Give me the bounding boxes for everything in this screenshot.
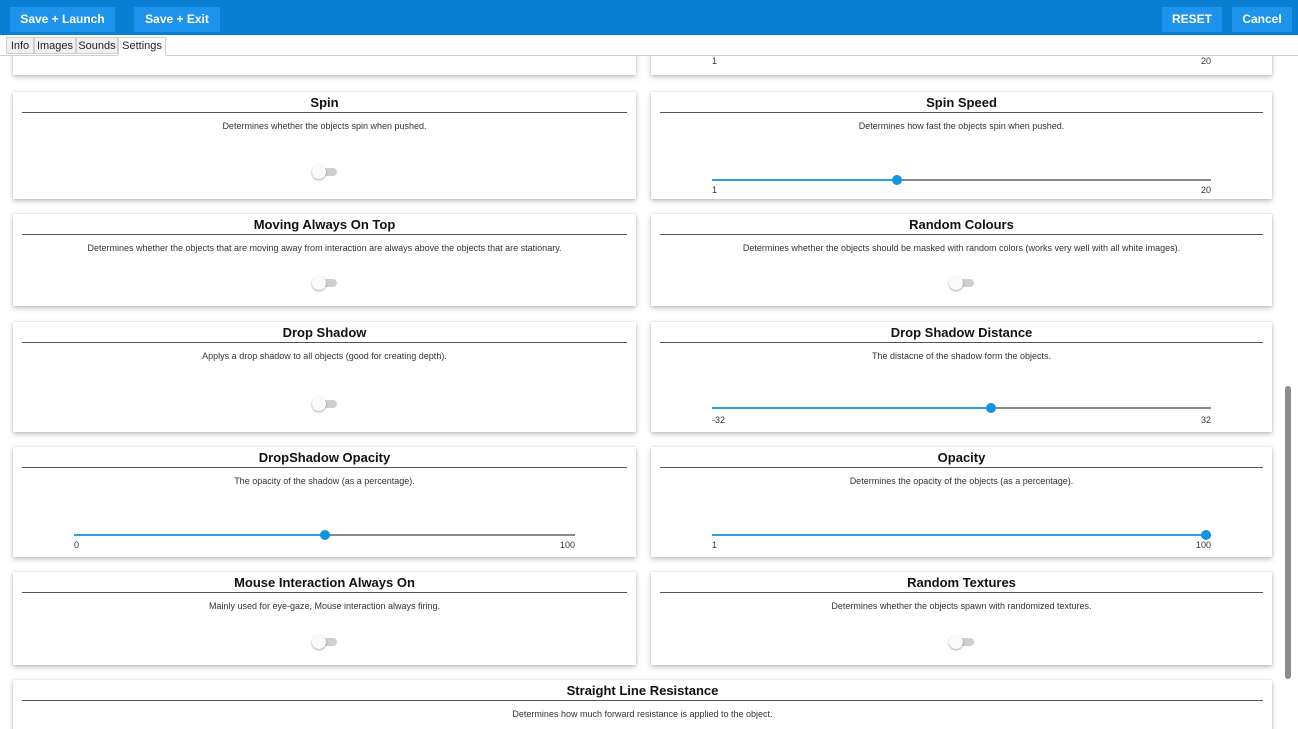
tab-strip: Info Images Sounds Settings [0,37,1298,56]
setting-title: Drop Shadow Distance [890,325,1033,340]
mouse-interaction-toggle[interactable] [311,635,338,649]
slider-thumb[interactable] [1201,530,1211,540]
tab-sounds[interactable]: Sounds [76,37,118,54]
scrollbar-thumb[interactable] [1285,386,1291,679]
save-exit-button[interactable]: Save + Exit [134,7,220,32]
divider [660,467,1263,468]
top-toolbar: Save + Launch Save + Exit RESET Cancel [0,0,1298,35]
slider-thumb[interactable] [319,530,330,540]
setting-description: Applys a drop shadow to all objects (goo… [202,351,447,361]
setting-title: Spin [310,95,339,110]
setting-description: Determines how fast the objects spin whe… [858,121,1065,131]
divider [22,700,1263,701]
slider-min-label: 1 [712,185,718,195]
setting-description: Determines how much forward resistance i… [512,709,773,719]
setting-card-opacity: Opacity Determines the opacity of the ob… [651,447,1272,557]
slider-min-label: 0 [74,540,80,550]
setting-title: DropShadow Opacity [258,450,391,465]
setting-description: Determines the opacity of the objects (a… [849,476,1074,486]
divider [660,592,1263,593]
setting-card-random-colours: Random Colours Determines whether the ob… [651,214,1272,306]
drop-shadow-distance-slider[interactable] [712,403,1211,413]
save-launch-button[interactable]: Save + Launch [10,7,115,32]
setting-description: The distacne of the shadow form the obje… [871,351,1052,361]
slider-max-label: 32 [1200,415,1211,425]
divider [22,467,627,468]
setting-card-partial-right: 1 20 [651,56,1272,75]
moving-on-top-toggle[interactable] [311,276,338,290]
setting-card-straight-line-resistance: Straight Line Resistance Determines how … [13,680,1272,729]
setting-card-partial-left [13,56,636,75]
setting-title: Straight Line Resistance [566,683,719,698]
spin-speed-slider[interactable] [712,175,1211,185]
slider-thumb[interactable] [986,403,997,413]
tab-settings[interactable]: Settings [118,37,166,56]
opacity-slider[interactable] [712,530,1211,540]
setting-description: Determines whether the objects spin when… [222,121,427,131]
random-colours-toggle[interactable] [948,276,975,290]
setting-title: Random Textures [907,575,1016,590]
spin-toggle[interactable] [311,165,338,179]
settings-panel: 1 20 Spin Determines whether the objects… [0,56,1282,729]
divider [660,234,1263,235]
slider-max-label: 100 [559,540,575,550]
setting-card-drop-shadow-distance: Drop Shadow Distance The distacne of the… [651,322,1272,432]
setting-title: Mouse Interaction Always On [234,575,415,590]
setting-description: Determines whether the objects that are … [87,243,562,253]
slider-min-label: 1 [712,540,718,550]
setting-card-drop-shadow: Drop Shadow Applys a drop shadow to all … [13,322,636,432]
setting-description: Determines whether the objects spawn wit… [831,601,1092,611]
divider [22,342,627,343]
setting-title: Spin Speed [926,95,997,110]
setting-card-dropshadow-opacity: DropShadow Opacity The opacity of the sh… [13,447,636,557]
setting-title: Random Colours [909,217,1014,232]
slider-max-label: 100 [1195,540,1211,550]
setting-description: The opacity of the shadow (as a percenta… [234,476,415,486]
tab-images[interactable]: Images [34,37,76,54]
slider-thumb[interactable] [891,175,902,185]
cancel-button[interactable]: Cancel [1232,7,1292,32]
divider [660,342,1263,343]
setting-description: Determines whether the objects should be… [742,243,1181,253]
divider [22,112,627,113]
divider [660,112,1263,113]
slider-min-label: 1 [712,56,718,66]
slider-max-label: 20 [1200,185,1211,195]
reset-button[interactable]: RESET [1162,7,1222,32]
setting-title: Moving Always On Top [253,217,396,232]
setting-card-mouse-interaction: Mouse Interaction Always On Mainly used … [13,572,636,665]
divider [22,592,627,593]
tab-info[interactable]: Info [6,37,34,54]
setting-card-random-textures: Random Textures Determines whether the o… [651,572,1272,665]
random-textures-toggle[interactable] [948,635,975,649]
setting-description: Mainly used for eye-gaze, Mouse interact… [208,601,441,611]
setting-title: Opacity [937,450,986,465]
divider [22,234,627,235]
dropshadow-opacity-slider[interactable] [74,530,575,540]
setting-card-spin-speed: Spin Speed Determines how fast the objec… [651,92,1272,199]
slider-min-label: -32 [712,415,726,425]
slider-max-label: 20 [1200,56,1211,66]
setting-title: Drop Shadow [282,325,367,340]
setting-card-moving-on-top: Moving Always On Top Determines whether … [13,214,636,306]
drop-shadow-toggle[interactable] [311,397,338,411]
setting-card-spin: Spin Determines whether the objects spin… [13,92,636,199]
